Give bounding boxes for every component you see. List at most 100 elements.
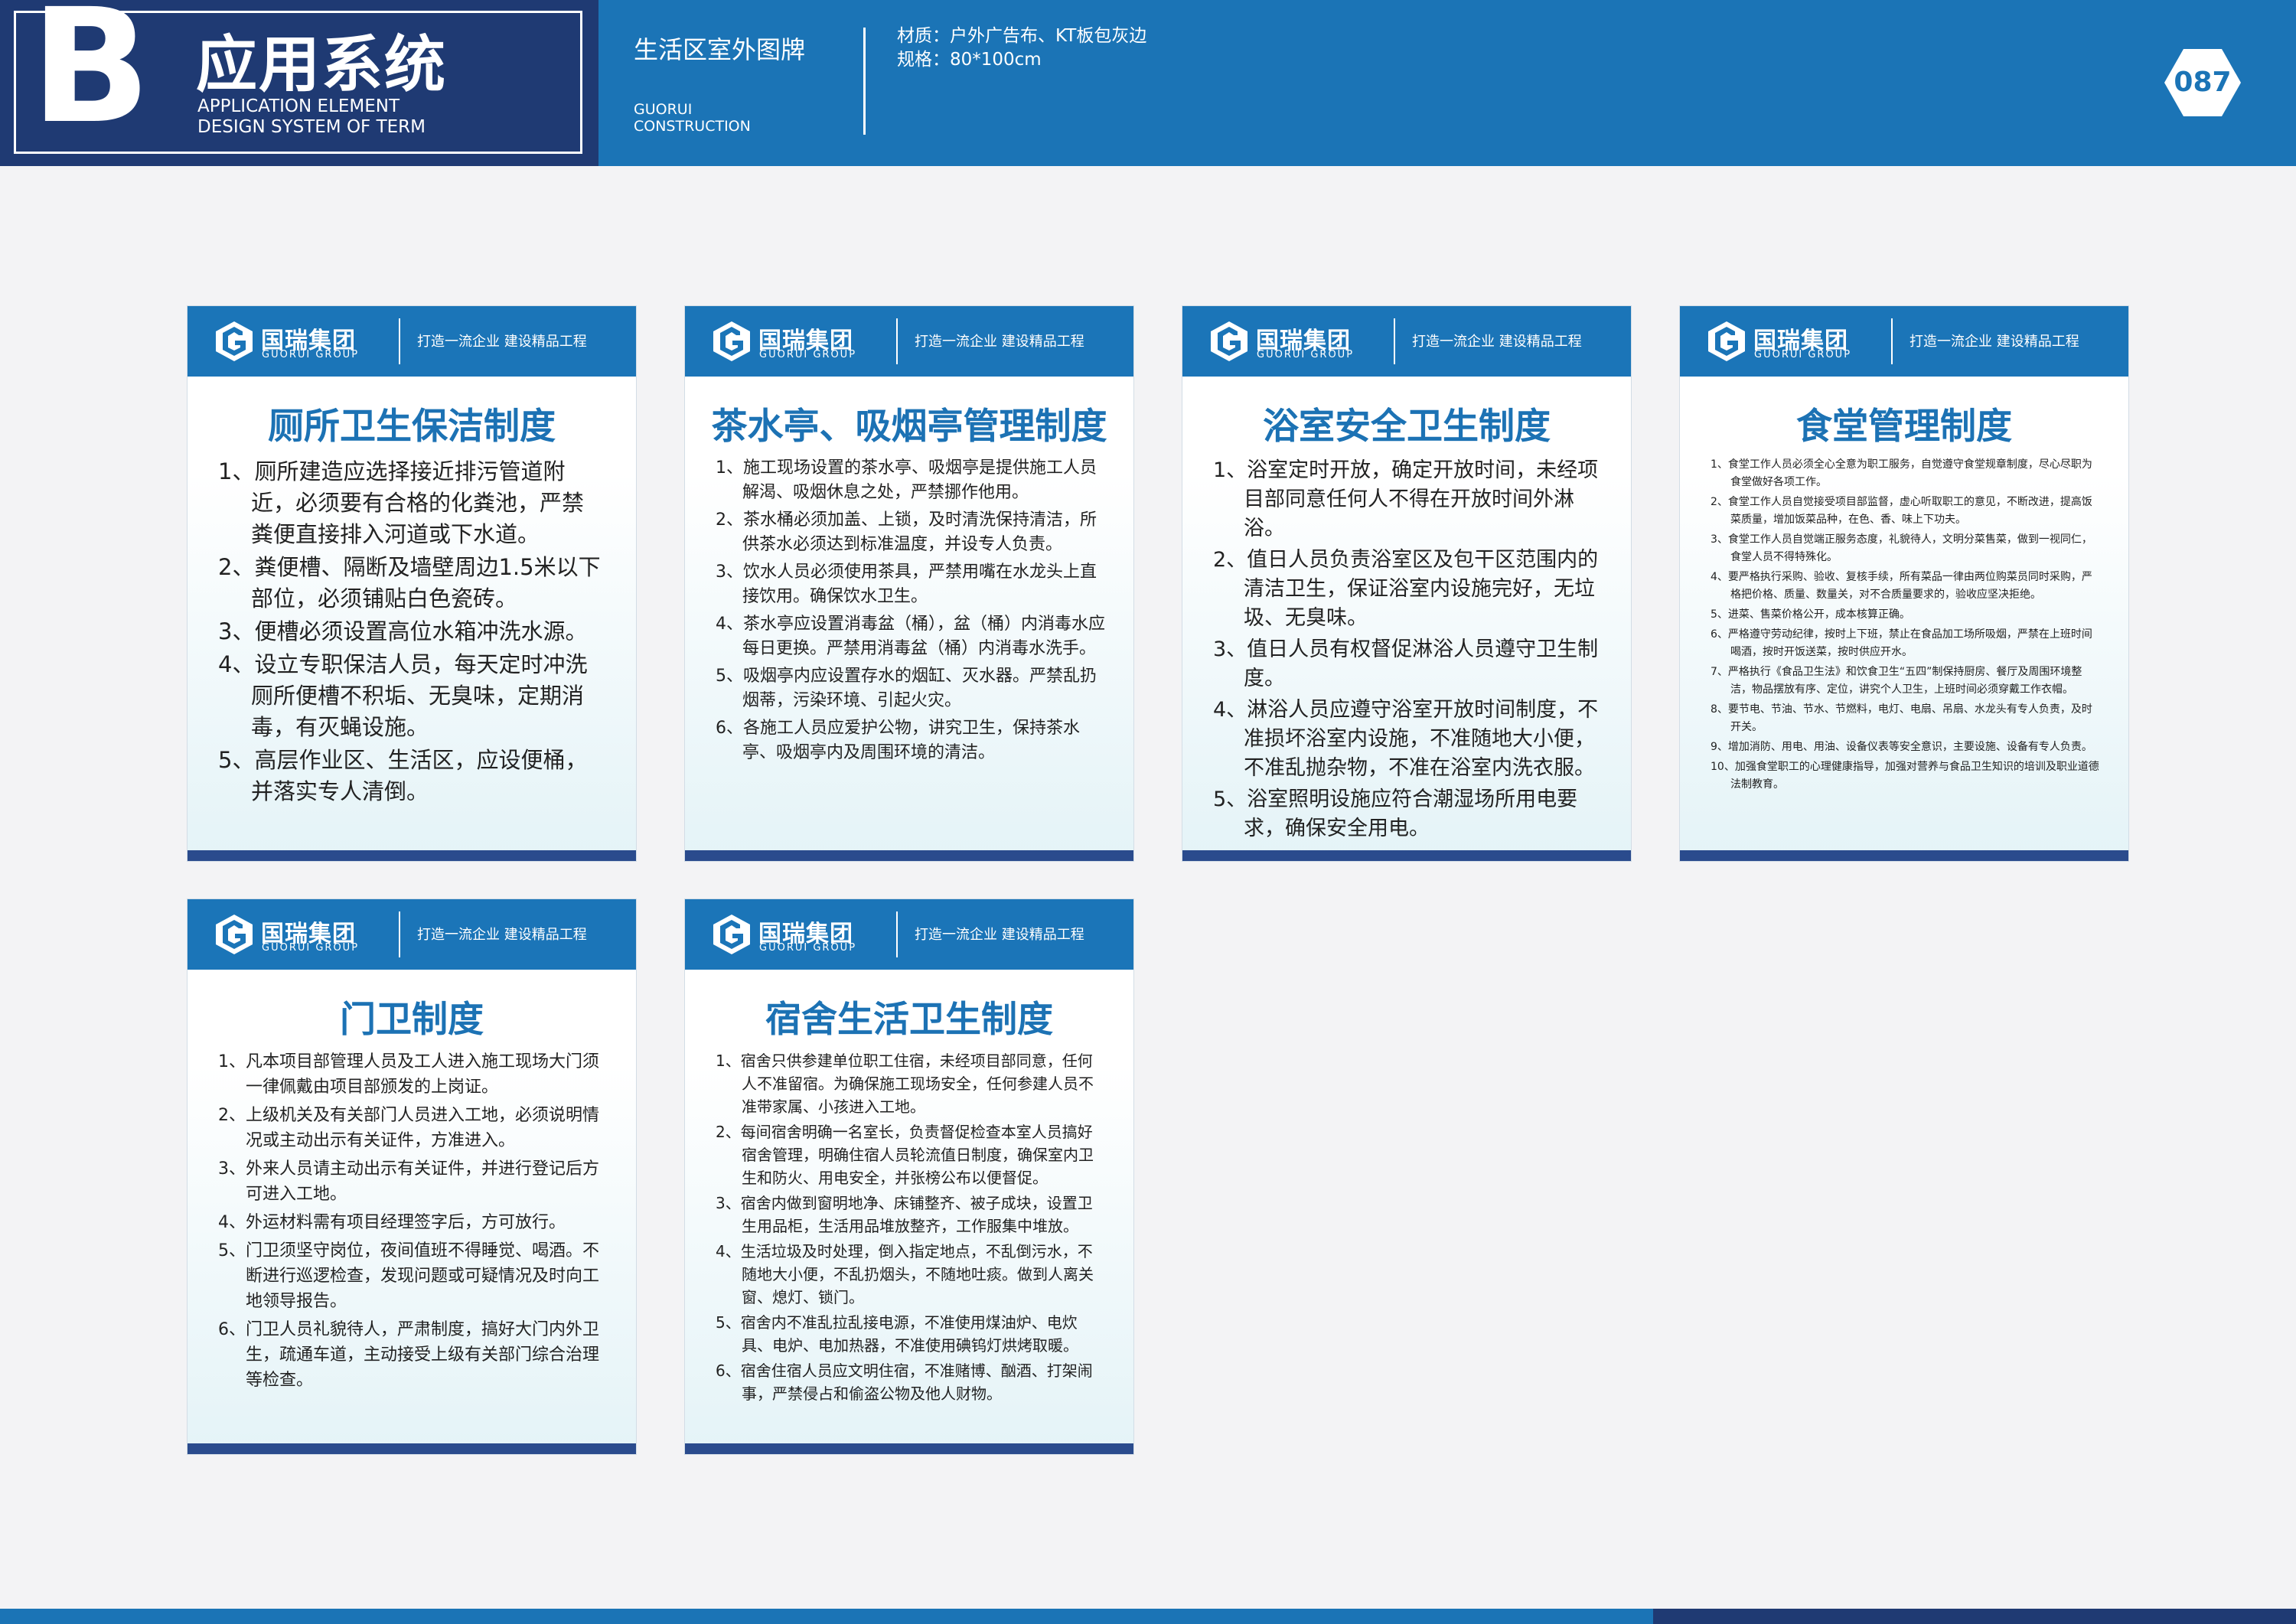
rule-item: 10、加强食堂职工的心理健康指导，加强对营养与食品卫生知识的培训及职业道德法制教…: [1711, 761, 2099, 791]
rule-item: 1、宿舍只供参建单位职工住宿，未经项目部同意，任何人不准留宿。为确保施工现场安全…: [716, 1052, 1094, 1116]
brand-slogan: 打造一流企业 建设精品工程: [1910, 334, 2079, 350]
rule-list: 1、厕所建造应选择接近排污管道附近，必须要有合格的化粪池，严禁粪便直接排入河道或…: [218, 456, 605, 809]
rule-item: 4、设立专职保洁人员，每天定时冲洗厕所便槽不积垢、无臭味，定期消毒，有灭蝇设施。: [218, 651, 588, 740]
rule-item: 2、值日人员负责浴室区及包干区范围内的清洁卫生，保证浴室内设施完好，无垃圾、无臭…: [1213, 548, 1599, 630]
rule-item: 1、厕所建造应选择接近排污管道附近，必须要有合格的化粪池，严禁粪便直接排入河道或…: [218, 458, 585, 547]
rule-item: 6、门卫人员礼貌待人，严肃制度，搞好大门内外卫生，疏通车道，主动接受上级有关部门…: [218, 1320, 600, 1390]
guorui-logo-icon: [713, 321, 750, 361]
page-title: 生活区室外图牌: [634, 35, 806, 64]
page-number: 087: [2174, 67, 2232, 98]
rule-item: 4、外运材料需有项目经理签字后，方可放行。: [218, 1213, 566, 1232]
header-separator: [1891, 318, 1893, 364]
rule-item: 3、食堂工作人员自觉端正服务态度，礼貌待人，文明分菜售菜，做到一视同仁，食堂人员…: [1711, 533, 2092, 563]
header-separator: [399, 318, 400, 364]
sign-title: 浴室安全卫生制度: [1263, 406, 1551, 448]
sign-title: 宿舍生活卫生制度: [765, 999, 1053, 1041]
guorui-logo-icon: [216, 321, 253, 361]
rule-item: 1、凡本项目部管理人员及工人进入施工现场大门须一律佩戴由项目部颁发的上岗证。: [218, 1052, 599, 1097]
guorui-logo-icon: [713, 915, 750, 954]
rule-item: 5、浴室照明设施应符合潮湿场所用电要求，确保安全用电。: [1213, 788, 1578, 840]
sign-card: 国瑞集团 GUORUI GROUP 打造一流企业 建设精品工程 茶水亭、吸烟亭管理制度…: [685, 306, 1133, 861]
brand-name-en: GUORUI GROUP: [759, 349, 857, 360]
brand-slogan: 打造一流企业 建设精品工程: [417, 927, 587, 943]
rule-item: 7、严格执行《食品卫生法》和饮食卫生“五四”制保持厨房、餐厅及周围环境整洁，物品…: [1711, 666, 2082, 696]
rule-item: 5、门卫须坚守岗位，夜间值班不得睡觉、喝酒。不断进行巡逻检查，发现问题或可疑情况…: [218, 1241, 600, 1311]
rule-item: 3、饮水人员必须使用茶具，严禁用嘴在水龙头上直接饮用。确保饮水卫生。: [716, 563, 1097, 606]
brand-slogan: 打造一流企业 建设精品工程: [915, 334, 1084, 350]
section-brand-box: B 应用系统 APPLICATION ELEMENT DESIGN SYSTEM…: [0, 0, 598, 166]
brand-name-en: GUORUI GROUP: [262, 942, 360, 954]
sign-bottom-bar: [1680, 850, 2128, 861]
rule-item: 4、茶水亭应设置消毒盆（桶），盆（桶）内消毒水应每日更换。严禁用消毒盆（桶）内消…: [716, 615, 1105, 658]
rule-item: 5、高层作业区、生活区，应设便桶，并落实专人清倒。: [218, 747, 588, 804]
footer-bar: [0, 1609, 1653, 1624]
rule-item: 1、施工现场设置的茶水亭、吸烟亭是提供施工人员解渴、吸烟休息之处，严禁挪作他用。: [716, 458, 1097, 502]
rule-item: 2、每间宿舍明确一名室长，负责督促检查本室人员搞好宿舍管理，明确住宿人员轮流值日…: [716, 1123, 1094, 1187]
brand-slogan: 打造一流企业 建设精品工程: [1412, 334, 1582, 350]
rule-item: 2、茶水桶必须加盖、上锁，及时清洗保持清洁，所供茶水必须达到标准温度，并设专人负…: [716, 510, 1097, 554]
rule-item: 3、值日人员有权督促淋浴人员遵守卫生制度。: [1213, 638, 1599, 690]
rule-item: 5、宿舍内不准乱拉乱接电源，不准使用煤油炉、电炊具、电炉、电加热器，不准使用碘钨…: [716, 1313, 1078, 1355]
rule-list: 1、施工现场设置的茶水亭、吸烟亭是提供施工人员解渴、吸烟休息之处，严禁挪作他用。…: [716, 456, 1107, 768]
guorui-logo-icon: [1211, 321, 1247, 361]
brand-name-en: GUORUI GROUP: [1257, 349, 1355, 360]
sign-bottom-bar: [1182, 850, 1631, 861]
header-divider: [863, 28, 866, 135]
section-subtitle-line-2: DESIGN SYSTEM OF TERM: [197, 117, 426, 137]
guorui-logo-icon: [216, 915, 253, 954]
page-subtitle-line-2: CONSTRUCTION: [634, 118, 751, 135]
rule-item: 3、便槽必须设置高位水箱冲洗水源。: [218, 618, 588, 644]
rule-item: 1、浴室定时开放，确定开放时间，未经项目部同意任何人不得在开放时间外淋浴。: [1213, 458, 1599, 540]
sign-bottom-bar: [685, 1443, 1133, 1454]
top-banner: B 应用系统 APPLICATION ELEMENT DESIGN SYSTEM…: [0, 0, 2296, 166]
rule-list: 1、宿舍只供参建单位职工住宿，未经项目部同意，任何人不准留宿。为确保施工现场安全…: [716, 1049, 1103, 1407]
rule-list: 1、浴室定时开放，确定开放时间，未经项目部同意任何人不得在开放时间外淋浴。 2、值…: [1213, 456, 1604, 846]
sign-title: 茶水亭、吸烟亭管理制度: [711, 406, 1107, 448]
page-number-badge: 087: [2163, 43, 2242, 122]
brand-name-en: GUORUI GROUP: [759, 942, 857, 954]
page-subtitle-line-1: GUORUI: [634, 101, 693, 118]
spec-info: 材质：户外广告布、KT板包灰边 规格：80*100cm: [897, 24, 1146, 72]
rule-item: 2、食堂工作人员自觉接受项目部监督，虚心听取职工的意见，不断改进，提高饭菜质量，…: [1711, 496, 2092, 526]
rule-list: 1、凡本项目部管理人员及工人进入施工现场大门须一律佩戴由项目部颁发的上岗证。 2、…: [218, 1049, 605, 1396]
sign-card: 国瑞集团 GUORUI GROUP 打造一流企业 建设精品工程 宿舍生活卫生制度 1、宿…: [685, 899, 1133, 1454]
rule-item: 9、增加消防、用电、用油、设备仪表等安全意识，主要设施、设备有专人负责。: [1711, 741, 2092, 753]
header-separator: [896, 911, 898, 957]
sign-header: 国瑞集团 GUORUI GROUP 打造一流企业 建设精品工程: [188, 306, 636, 377]
rule-item: 8、要节电、节油、节水、节燃料，电灯、电扇、吊扇、水龙头有专人负责，及时开关。: [1711, 703, 2092, 733]
footer-bar-accent: [1653, 1609, 2296, 1624]
rule-item: 6、严格遵守劳动纪律，按时上下班，禁止在食品加工场所吸烟，严禁在上班时间喝酒，按…: [1711, 628, 2092, 658]
sign-header: 国瑞集团 GUORUI GROUP 打造一流企业 建设精品工程: [1680, 306, 2128, 377]
rule-item: 5、进菜、售菜价格公开，成本核算正确。: [1711, 608, 1910, 621]
spec-material: 材质：户外广告布、KT板包灰边: [897, 26, 1147, 46]
sign-header: 国瑞集团 GUORUI GROUP 打造一流企业 建设精品工程: [1182, 306, 1631, 377]
sign-header: 国瑞集团 GUORUI GROUP 打造一流企业 建设精品工程: [685, 899, 1133, 970]
sign-header: 国瑞集团 GUORUI GROUP 打造一流企业 建设精品工程: [188, 899, 636, 970]
header-separator: [1394, 318, 1395, 364]
sign-card: 国瑞集团 GUORUI GROUP 打造一流企业 建设精品工程 门卫制度 1、凡本项目部…: [188, 899, 636, 1454]
header-separator: [399, 911, 400, 957]
brand-name-en: GUORUI GROUP: [1754, 349, 1852, 360]
rule-item: 5、吸烟亭内应设置存水的烟缸、灭水器。严禁乱扔烟蒂，污染环境、引起火灾。: [716, 667, 1097, 710]
sign-bottom-bar: [188, 1443, 636, 1454]
sign-title: 门卫制度: [340, 999, 484, 1041]
spec-size: 规格：80*100cm: [897, 50, 1042, 70]
sign-title: 食堂管理制度: [1796, 406, 2012, 448]
rule-item: 1、食堂工作人员必须全心全意为职工服务，自觉遵守食堂规章制度，尽心尽职为食堂做好…: [1711, 458, 2092, 488]
sign-bottom-bar: [685, 850, 1133, 861]
brand-name-en: GUORUI GROUP: [262, 349, 360, 360]
rule-item: 2、粪便槽、隔断及墙壁周边1.5米以下部位，必须铺贴白色瓷砖。: [218, 554, 601, 611]
sign-bottom-bar: [188, 850, 636, 861]
rule-item: 6、宿舍住宿人员应文明住宿，不准赌博、酗酒、打架闹事，严禁侵占和偷盗公物及他人财…: [716, 1361, 1093, 1403]
rule-item: 4、生活垃圾及时处理，倒入指定地点，不乱倒污水，不随地大小便，不乱扔烟头，不随地…: [716, 1242, 1094, 1306]
brand-slogan: 打造一流企业 建设精品工程: [915, 927, 1084, 943]
rule-item: 2、上级机关及有关部门人员进入工地，必须说明情况或主动出示有关证件，方准进入。: [218, 1106, 599, 1150]
rule-list: 1、食堂工作人员必须全心全意为职工服务，自觉遵守食堂规章制度，尽心尽职为食堂做好…: [1711, 456, 2099, 796]
sign-card: 国瑞集团 GUORUI GROUP 打造一流企业 建设精品工程 厕所卫生保洁制度 1、厕…: [188, 306, 636, 861]
page-subtitle: GUORUI CONSTRUCTION: [634, 101, 751, 135]
section-title: 应用系统: [196, 29, 447, 100]
sign-card: 国瑞集团 GUORUI GROUP 打造一流企业 建设精品工程 食堂管理制度 1、食堂工…: [1680, 306, 2128, 861]
rule-item: 3、宿舍内做到窗明地净、床铺整齐、被子成块，设置卫生用品柜，生活用品堆放整齐，工…: [716, 1194, 1093, 1235]
rule-item: 4、要严格执行采购、验收、复核手续，所有菜品一律由两位购菜员同时采购，严格把价格…: [1711, 571, 2092, 601]
section-letter: B: [31, 0, 152, 158]
